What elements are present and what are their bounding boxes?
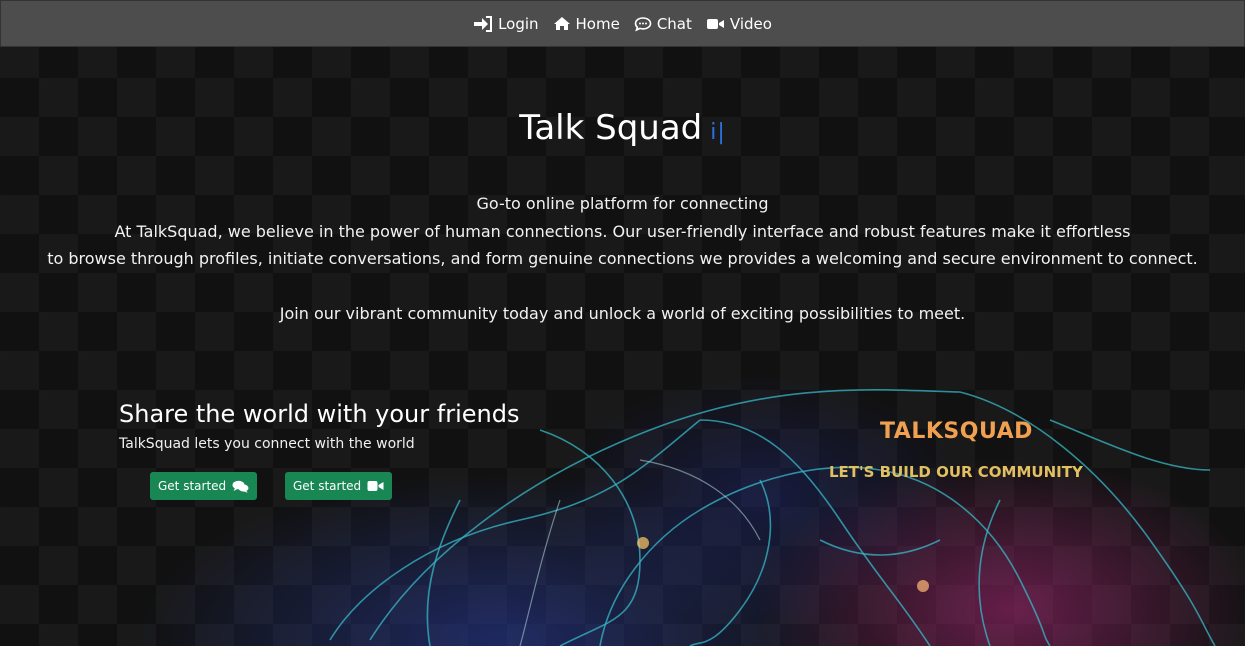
hero-join-text: Join our vibrant community today and unl… bbox=[279, 303, 966, 323]
nav-login[interactable]: Login bbox=[473, 14, 539, 33]
brand-tagline: LET'S BUILD OUR COMMUNITY bbox=[829, 463, 1083, 481]
home-icon bbox=[553, 17, 570, 30]
video-icon bbox=[367, 481, 384, 491]
nav-login-label: Login bbox=[498, 14, 539, 33]
hero-title: Talk Squad i| bbox=[0, 108, 1245, 148]
nav-chat-label: Chat bbox=[656, 14, 692, 33]
nav-video-label: Video bbox=[729, 14, 772, 33]
hero-line-1: At TalkSquad, we believe in the power of… bbox=[114, 221, 1131, 241]
get-started-video-button[interactable]: Get started bbox=[285, 472, 393, 500]
share-section: Share the world with your friends TalkSq… bbox=[119, 400, 519, 452]
chat-icon bbox=[634, 16, 652, 31]
hero-description: Go-to online platform for connecting At … bbox=[0, 190, 1245, 327]
hero-title-text: Talk Squad bbox=[519, 108, 703, 148]
nav-chat[interactable]: Chat bbox=[634, 15, 692, 33]
share-heading: Share the world with your friends bbox=[119, 400, 520, 428]
typing-cursor: i| bbox=[710, 120, 726, 145]
get-started-chat-button[interactable]: Get started bbox=[150, 472, 258, 500]
share-subheading: TalkSquad lets you connect with the worl… bbox=[119, 436, 415, 452]
video-icon bbox=[706, 18, 724, 29]
get-started-video-label: Get started bbox=[293, 479, 362, 493]
nav-home[interactable]: Home bbox=[553, 15, 620, 33]
chat-bubbles-icon bbox=[232, 480, 249, 493]
top-navbar: Login Home Chat Video bbox=[0, 0, 1245, 47]
nav-home-label: Home bbox=[575, 14, 620, 33]
brand-logo-text: TALKSQUAD bbox=[880, 419, 1033, 444]
nav-video[interactable]: Video bbox=[706, 15, 772, 33]
get-started-chat-label: Get started bbox=[158, 479, 227, 493]
hero-tagline: Go-to online platform for connecting bbox=[476, 194, 769, 213]
login-icon bbox=[474, 15, 493, 32]
hero-line-2: to browse through profiles, initiate con… bbox=[47, 249, 1198, 268]
